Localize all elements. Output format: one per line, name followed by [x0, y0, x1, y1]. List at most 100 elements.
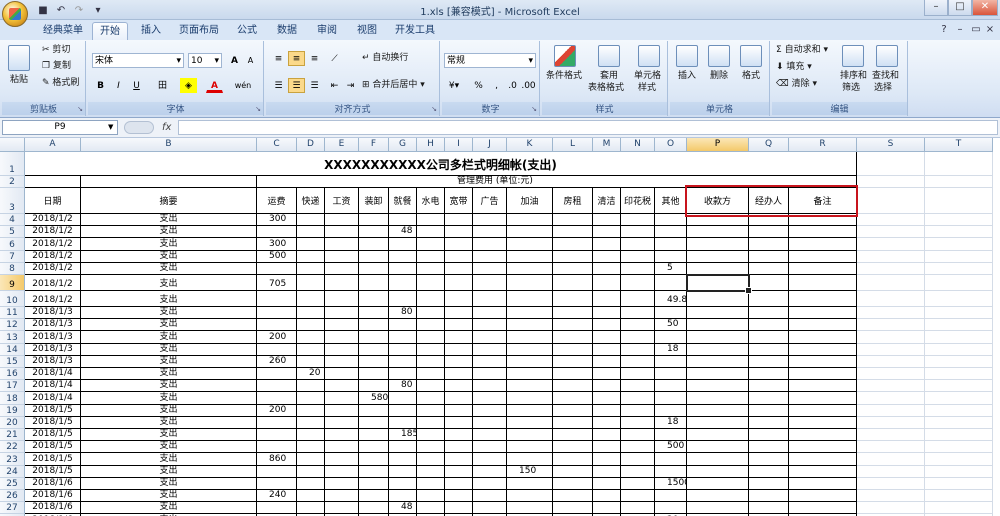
- cell-J23[interactable]: [473, 453, 507, 466]
- cell-B5[interactable]: 支出: [81, 226, 257, 239]
- cell-T12[interactable]: [925, 319, 993, 332]
- cell-H6[interactable]: [417, 238, 445, 251]
- cell-H15[interactable]: [417, 355, 445, 368]
- column-header-C[interactable]: C: [257, 138, 297, 152]
- cell-E21[interactable]: [325, 429, 359, 442]
- cell-B8[interactable]: 支出: [81, 262, 257, 275]
- cell-C15[interactable]: 260: [257, 355, 297, 368]
- cell-B21[interactable]: 支出: [81, 429, 257, 442]
- cell-N25[interactable]: [621, 477, 655, 490]
- cell-A22[interactable]: 2018/1/5: [25, 441, 81, 454]
- maximize-button[interactable]: □: [948, 0, 972, 16]
- cell-T10[interactable]: [925, 291, 993, 307]
- align-middle-icon[interactable]: ≡: [288, 51, 305, 66]
- cell-Q27[interactable]: [749, 502, 789, 515]
- header-summary[interactable]: 摘要: [81, 188, 257, 214]
- cell-J9[interactable]: [473, 275, 507, 291]
- cell-B18[interactable]: 支出: [81, 392, 257, 405]
- cell-M25[interactable]: [593, 477, 621, 490]
- cell-N15[interactable]: [621, 355, 655, 368]
- cell-H13[interactable]: [417, 331, 445, 344]
- cell-L23[interactable]: [553, 453, 593, 466]
- cell-G8[interactable]: [389, 262, 417, 275]
- cell-B27[interactable]: 支出: [81, 502, 257, 515]
- cell-R21[interactable]: [789, 429, 857, 442]
- header-E[interactable]: 工资: [325, 188, 359, 214]
- cell-K12[interactable]: [507, 319, 553, 332]
- cell-P10[interactable]: [687, 291, 749, 307]
- cell-B14[interactable]: 支出: [81, 343, 257, 356]
- header-D[interactable]: 快递: [297, 188, 325, 214]
- copy-button[interactable]: ❐ 复制: [42, 61, 71, 72]
- cell-C4[interactable]: 300: [257, 214, 297, 227]
- decrease-decimal-icon[interactable]: .00: [520, 78, 537, 93]
- cell-R9[interactable]: [789, 275, 857, 291]
- cell-S21[interactable]: [857, 429, 925, 442]
- cell-R18[interactable]: [789, 392, 857, 405]
- cell-F15[interactable]: [359, 355, 389, 368]
- cell-B15[interactable]: 支出: [81, 355, 257, 368]
- cell-T23[interactable]: [925, 453, 993, 466]
- cell-M10[interactable]: [593, 291, 621, 307]
- cell-T26[interactable]: [925, 490, 993, 503]
- cell-C8[interactable]: [257, 262, 297, 275]
- cell-G15[interactable]: [389, 355, 417, 368]
- cell-G19[interactable]: [389, 404, 417, 417]
- cell-P7[interactable]: [687, 250, 749, 263]
- cell-A11[interactable]: 2018/1/3: [25, 307, 81, 320]
- cell-C13[interactable]: 200: [257, 331, 297, 344]
- formula-input[interactable]: [178, 120, 998, 135]
- cell-L16[interactable]: [553, 368, 593, 381]
- cell-J14[interactable]: [473, 343, 507, 356]
- cell-I4[interactable]: [445, 214, 473, 227]
- cell-O5[interactable]: [655, 226, 687, 239]
- cell-K14[interactable]: [507, 343, 553, 356]
- cell-D12[interactable]: [297, 319, 325, 332]
- increase-indent-icon[interactable]: ⇥: [342, 78, 359, 93]
- header-K[interactable]: 加油: [507, 188, 553, 214]
- cell-F9[interactable]: [359, 275, 389, 291]
- cell-G20[interactable]: [389, 416, 417, 429]
- cell-M20[interactable]: [593, 416, 621, 429]
- cell-N13[interactable]: [621, 331, 655, 344]
- cell-A26[interactable]: 2018/1/6: [25, 490, 81, 503]
- cell-J22[interactable]: [473, 441, 507, 454]
- cell-S26[interactable]: [857, 490, 925, 503]
- cell-A19[interactable]: 2018/1/5: [25, 404, 81, 417]
- increase-decimal-icon[interactable]: .0: [504, 78, 521, 93]
- row-header-9[interactable]: 9: [0, 275, 25, 291]
- cell-E13[interactable]: [325, 331, 359, 344]
- cell-E5[interactable]: [325, 226, 359, 239]
- sheet-title[interactable]: XXXXXXXXXXX公司多栏式明细帐(支出): [25, 152, 857, 176]
- cell-I25[interactable]: [445, 477, 473, 490]
- cell-T18[interactable]: [925, 392, 993, 405]
- minimize-button[interactable]: –: [924, 0, 948, 16]
- cell-Q25[interactable]: [749, 477, 789, 490]
- cell-R27[interactable]: [789, 502, 857, 515]
- conditional-format-icon[interactable]: [554, 45, 576, 67]
- cell-G27[interactable]: 48: [389, 502, 417, 515]
- spreadsheet-grid[interactable]: A B C D E F G H I J K L M N O P Q R S T 1 2 3 4 5 6 7 8 9 10 11 12 13 14 1…: [0, 138, 1000, 516]
- cell-Q6[interactable]: [749, 238, 789, 251]
- cell-M5[interactable]: [593, 226, 621, 239]
- cell-J6[interactable]: [473, 238, 507, 251]
- cell-N16[interactable]: [621, 368, 655, 381]
- row-header-19[interactable]: 19: [0, 404, 25, 417]
- cell-S5[interactable]: [857, 226, 925, 239]
- header-date[interactable]: 日期: [25, 188, 81, 214]
- percent-button[interactable]: %: [470, 78, 487, 93]
- cell-R22[interactable]: [789, 441, 857, 454]
- cell-O9[interactable]: [655, 275, 687, 291]
- cell-E19[interactable]: [325, 404, 359, 417]
- cell-H16[interactable]: [417, 368, 445, 381]
- cell-F12[interactable]: [359, 319, 389, 332]
- cell-O11[interactable]: [655, 307, 687, 320]
- cell-G26[interactable]: [389, 490, 417, 503]
- cell-G22[interactable]: [389, 441, 417, 454]
- cell-E10[interactable]: [325, 291, 359, 307]
- cell-N11[interactable]: [621, 307, 655, 320]
- cell-L5[interactable]: [553, 226, 593, 239]
- header-N[interactable]: 印花税: [621, 188, 655, 214]
- cell-M6[interactable]: [593, 238, 621, 251]
- cell-D21[interactable]: [297, 429, 325, 442]
